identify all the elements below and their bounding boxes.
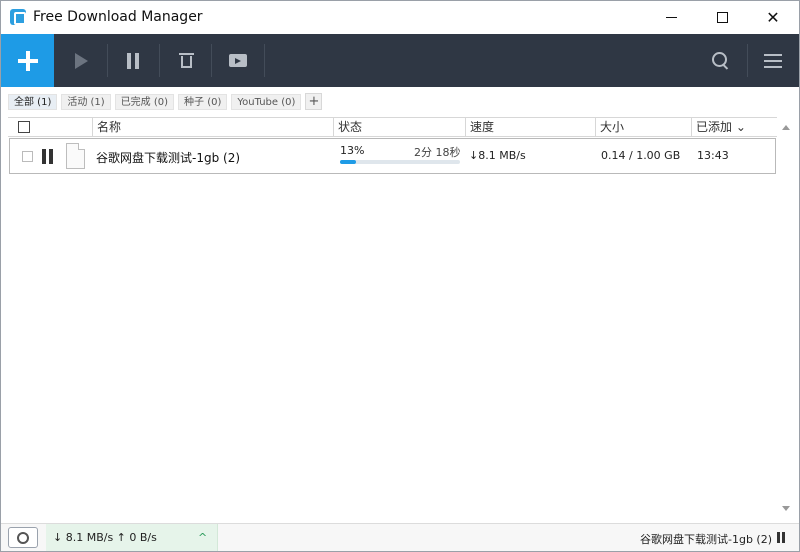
scroll-up-arrow-icon[interactable] [782, 125, 790, 130]
download-name: 谷歌网盘下载测试-1gb (2) [96, 151, 241, 165]
folder-move-icon [229, 54, 247, 67]
status-bar: ↓ 8.1 MB/s ↑ 0 B/s ^ 谷歌网盘下载测试-1gb (2) [1, 523, 799, 551]
toolbar [1, 34, 799, 87]
close-icon: ✕ [766, 7, 780, 27]
vertical-scrollbar[interactable] [778, 117, 793, 519]
table-header: 名称 状态 速度 大小 已添加 ⌄ [8, 117, 777, 137]
current-download-name: 谷歌网盘下载测试-1gb (2) [640, 533, 773, 546]
move-to-folder-button[interactable] [212, 34, 264, 87]
snail-mode-button[interactable] [8, 527, 38, 548]
progress-percent: 13% [340, 144, 365, 157]
column-added[interactable]: 已添加 ⌄ [691, 118, 777, 137]
snail-speed-mode-icon [17, 531, 29, 544]
start-button[interactable] [55, 34, 107, 87]
column-speed[interactable]: 速度 [465, 118, 595, 137]
hamburger-menu-icon [764, 53, 782, 68]
close-button[interactable]: ✕ [750, 1, 796, 33]
pause-icon[interactable] [42, 149, 54, 164]
column-status[interactable]: 状态 [333, 118, 465, 137]
tab-all[interactable]: 全部 (1) [8, 93, 58, 110]
minimize-button[interactable] [648, 1, 694, 33]
app-window: Free Download Manager ✕ 全部 (1) 活动 (1) 已完… [0, 0, 800, 552]
plus-icon [17, 50, 38, 71]
download-size: 0.14 / 1.00 GB [601, 149, 681, 162]
add-tag-button[interactable]: + [305, 93, 323, 110]
toolbar-divider [264, 44, 265, 77]
search-icon [712, 51, 730, 70]
scroll-down-arrow-icon[interactable] [782, 506, 790, 511]
speed-summary[interactable]: ↓ 8.1 MB/s ↑ 0 B/s ^ [46, 524, 218, 551]
file-icon [66, 143, 85, 169]
progress-fill [340, 160, 356, 164]
window-title: Free Download Manager [33, 9, 203, 25]
filter-tabs: 全部 (1) 活动 (1) 已完成 (0) 种子 (0) YouTube (0)… [8, 93, 323, 110]
pause-all-button[interactable] [108, 34, 160, 87]
date-added: 13:43 [697, 149, 729, 162]
main-menu-button[interactable] [747, 34, 799, 87]
status-pause-icon[interactable] [777, 532, 787, 543]
progress-bar [340, 160, 460, 164]
chevron-up-icon: ^ [198, 531, 208, 544]
minimize-icon [665, 16, 677, 18]
pause-icon [127, 52, 141, 69]
delete-button[interactable] [160, 34, 212, 87]
tab-active[interactable]: 活动 (1) [61, 93, 111, 110]
tab-completed[interactable]: 已完成 (0) [114, 93, 175, 110]
trash-icon [178, 53, 194, 68]
time-remaining: 2分 18秒 [414, 146, 461, 159]
column-size[interactable]: 大小 [595, 118, 691, 137]
tab-youtube[interactable]: YouTube (0) [231, 93, 302, 110]
search-button[interactable] [695, 34, 747, 87]
maximize-button[interactable] [699, 1, 745, 33]
fdm-app-icon [10, 9, 26, 25]
row-checkbox[interactable] [22, 151, 33, 162]
column-name[interactable]: 名称 [92, 118, 333, 137]
tab-torrents[interactable]: 种子 (0) [178, 93, 228, 110]
select-all-checkbox[interactable] [18, 121, 30, 133]
speed-readout: ↓ 8.1 MB/s ↑ 0 B/s [53, 531, 157, 544]
download-speed: ↓8.1 MB/s [469, 149, 526, 162]
add-download-button[interactable] [1, 34, 54, 87]
title-bar: Free Download Manager ✕ [1, 1, 799, 34]
play-icon [74, 52, 88, 69]
maximize-icon [716, 11, 728, 23]
table-row[interactable]: 谷歌网盘下载测试-1gb (2) 13% 2分 18秒 ↓8.1 MB/s 0.… [9, 138, 776, 174]
